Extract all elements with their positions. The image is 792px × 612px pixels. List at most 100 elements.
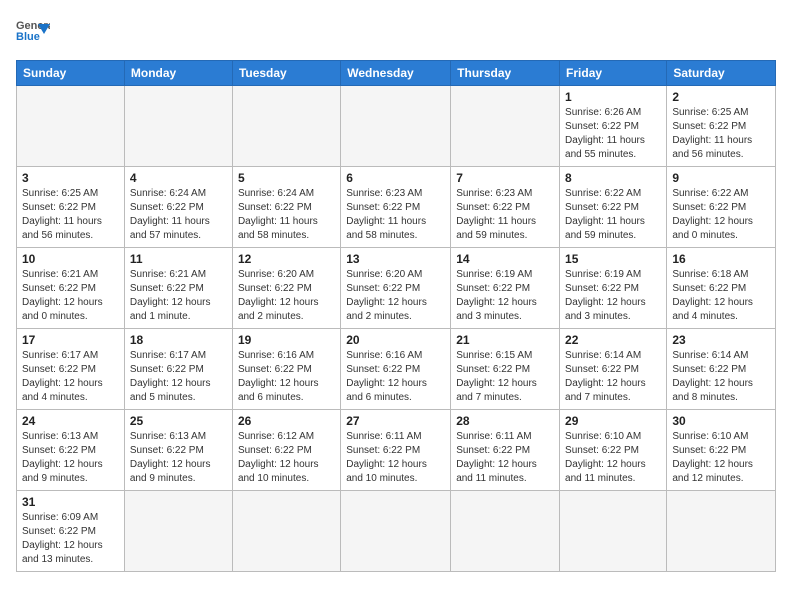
calendar-cell: 14Sunrise: 6:19 AM Sunset: 6:22 PM Dayli…: [451, 248, 560, 329]
calendar-body: 1Sunrise: 6:26 AM Sunset: 6:22 PM Daylig…: [17, 86, 776, 572]
day-number: 25: [130, 414, 227, 428]
day-info: Sunrise: 6:12 AM Sunset: 6:22 PM Dayligh…: [238, 430, 335, 486]
calendar-cell: 17 Sunrise: 6:17 AM Sunset: 6:22 PM Dayli…: [17, 329, 125, 410]
day-number: 18: [130, 333, 227, 347]
calendar-cell: 24Sunrise: 6:13 AM Sunset: 6:22 PM Dayli…: [17, 410, 125, 491]
day-info: Sunrise: 6:10 AM Sunset: 6:22 PM Dayligh…: [565, 430, 661, 486]
day-info: Sunrise: 6:20 AM Sunset: 6:22 PM Dayligh…: [238, 268, 335, 324]
day-info: Sunrise: 6:24 AM Sunset: 6:22 PM Dayligh…: [238, 187, 335, 243]
calendar-cell: [341, 86, 451, 167]
day-number: 15: [565, 252, 661, 266]
day-number: 4: [130, 171, 227, 185]
day-number: 30: [672, 414, 770, 428]
calendar-cell: 13Sunrise: 6:20 AM Sunset: 6:22 PM Dayli…: [341, 248, 451, 329]
col-header-monday: Monday: [124, 61, 232, 86]
day-number: 5: [238, 171, 335, 185]
col-header-thursday: Thursday: [451, 61, 560, 86]
calendar-cell: 27Sunrise: 6:11 AM Sunset: 6:22 PM Dayli…: [341, 410, 451, 491]
day-info: Sunrise: 6:25 AM Sunset: 6:22 PM Dayligh…: [672, 106, 770, 162]
day-number: 20: [346, 333, 445, 347]
day-info: Sunrise: 6:15 AM Sunset: 6:22 PM Dayligh…: [456, 349, 554, 405]
calendar-table: SundayMondayTuesdayWednesdayThursdayFrid…: [16, 60, 776, 572]
day-number: 8: [565, 171, 661, 185]
calendar-cell: 26 Sunrise: 6:12 AM Sunset: 6:22 PM Dayli…: [232, 410, 340, 491]
day-number: 2: [672, 90, 770, 104]
col-header-saturday: Saturday: [667, 61, 776, 86]
col-header-tuesday: Tuesday: [232, 61, 340, 86]
day-info: Sunrise: 6:24 AM Sunset: 6:22 PM Dayligh…: [130, 187, 227, 243]
day-number: 23: [672, 333, 770, 347]
day-info: Sunrise: 6:16 AM Sunset: 6:22 PM Dayligh…: [346, 349, 445, 405]
calendar-week-0: 1Sunrise: 6:26 AM Sunset: 6:22 PM Daylig…: [17, 86, 776, 167]
calendar-cell: 9 Sunrise: 6:22 AM Sunset: 6:22 PM Daylig…: [667, 167, 776, 248]
calendar-cell: 4 Sunrise: 6:24 AM Sunset: 6:22 PM Daylig…: [124, 167, 232, 248]
calendar-cell: 29Sunrise: 6:10 AM Sunset: 6:22 PM Dayli…: [560, 410, 667, 491]
calendar-cell: 8 Sunrise: 6:22 AM Sunset: 6:22 PM Daylig…: [560, 167, 667, 248]
day-info: Sunrise: 6:25 AM Sunset: 6:22 PM Dayligh…: [22, 187, 119, 243]
calendar-week-2: 10 Sunrise: 6:21 AM Sunset: 6:22 PM Dayli…: [17, 248, 776, 329]
calendar-week-1: 3 Sunrise: 6:25 AM Sunset: 6:22 PM Daylig…: [17, 167, 776, 248]
generalblue-logo-icon: General Blue: [16, 16, 50, 50]
day-info: Sunrise: 6:22 AM Sunset: 6:22 PM Dayligh…: [565, 187, 661, 243]
day-number: 26: [238, 414, 335, 428]
day-info: Sunrise: 6:13 AM Sunset: 6:22 PM Dayligh…: [22, 430, 119, 486]
calendar-cell: 23 Sunrise: 6:14 AM Sunset: 6:22 PM Dayli…: [667, 329, 776, 410]
page: General Blue SundayMondayTuesdayWednesda…: [0, 0, 792, 612]
day-info: Sunrise: 6:23 AM Sunset: 6:22 PM Dayligh…: [456, 187, 554, 243]
day-info: Sunrise: 6:14 AM Sunset: 6:22 PM Dayligh…: [672, 349, 770, 405]
day-info: Sunrise: 6:23 AM Sunset: 6:22 PM Dayligh…: [346, 187, 445, 243]
calendar-cell: 5 Sunrise: 6:24 AM Sunset: 6:22 PM Daylig…: [232, 167, 340, 248]
day-info: Sunrise: 6:22 AM Sunset: 6:22 PM Dayligh…: [672, 187, 770, 243]
day-number: 12: [238, 252, 335, 266]
calendar-cell: 30 Sunrise: 6:10 AM Sunset: 6:22 PM Dayli…: [667, 410, 776, 491]
day-info: Sunrise: 6:21 AM Sunset: 6:22 PM Dayligh…: [130, 268, 227, 324]
day-number: 17: [22, 333, 119, 347]
calendar-cell: [341, 491, 451, 572]
day-number: 14: [456, 252, 554, 266]
day-number: 31: [22, 495, 119, 509]
day-number: 10: [22, 252, 119, 266]
calendar-week-3: 17 Sunrise: 6:17 AM Sunset: 6:22 PM Dayli…: [17, 329, 776, 410]
calendar-cell: [451, 491, 560, 572]
day-info: Sunrise: 6:17 AM Sunset: 6:22 PM Dayligh…: [22, 349, 119, 405]
calendar-cell: [667, 491, 776, 572]
calendar-cell: 15Sunrise: 6:19 AM Sunset: 6:22 PM Dayli…: [560, 248, 667, 329]
day-number: 28: [456, 414, 554, 428]
calendar-week-4: 24Sunrise: 6:13 AM Sunset: 6:22 PM Dayli…: [17, 410, 776, 491]
calendar-cell: 19Sunrise: 6:16 AM Sunset: 6:22 PM Dayli…: [232, 329, 340, 410]
day-number: 9: [672, 171, 770, 185]
calendar-cell: [232, 86, 340, 167]
calendar-cell: [232, 491, 340, 572]
calendar-cell: [451, 86, 560, 167]
day-info: Sunrise: 6:18 AM Sunset: 6:22 PM Dayligh…: [672, 268, 770, 324]
day-info: Sunrise: 6:21 AM Sunset: 6:22 PM Dayligh…: [22, 268, 119, 324]
day-number: 22: [565, 333, 661, 347]
day-number: 3: [22, 171, 119, 185]
header: General Blue: [16, 16, 776, 50]
col-header-friday: Friday: [560, 61, 667, 86]
day-number: 21: [456, 333, 554, 347]
calendar-cell: 11 Sunrise: 6:21 AM Sunset: 6:22 PM Dayli…: [124, 248, 232, 329]
calendar-cell: 18Sunrise: 6:17 AM Sunset: 6:22 PM Dayli…: [124, 329, 232, 410]
calendar-cell: 20 Sunrise: 6:16 AM Sunset: 6:22 PM Dayli…: [341, 329, 451, 410]
calendar-cell: 16Sunrise: 6:18 AM Sunset: 6:22 PM Dayli…: [667, 248, 776, 329]
day-info: Sunrise: 6:10 AM Sunset: 6:22 PM Dayligh…: [672, 430, 770, 486]
calendar-cell: 22 Sunrise: 6:14 AM Sunset: 6:22 PM Dayli…: [560, 329, 667, 410]
day-info: Sunrise: 6:11 AM Sunset: 6:22 PM Dayligh…: [346, 430, 445, 486]
calendar-cell: 2 Sunrise: 6:25 AM Sunset: 6:22 PM Daylig…: [667, 86, 776, 167]
day-info: Sunrise: 6:26 AM Sunset: 6:22 PM Dayligh…: [565, 106, 661, 162]
calendar-cell: 28Sunrise: 6:11 AM Sunset: 6:22 PM Dayli…: [451, 410, 560, 491]
day-info: Sunrise: 6:14 AM Sunset: 6:22 PM Dayligh…: [565, 349, 661, 405]
calendar-cell: 31 Sunrise: 6:09 AM Sunset: 6:22 PM Dayli…: [17, 491, 125, 572]
calendar-cell: 25 Sunrise: 6:13 AM Sunset: 6:22 PM Dayli…: [124, 410, 232, 491]
calendar-cell: 21 Sunrise: 6:15 AM Sunset: 6:22 PM Dayli…: [451, 329, 560, 410]
calendar-cell: 1Sunrise: 6:26 AM Sunset: 6:22 PM Daylig…: [560, 86, 667, 167]
day-info: Sunrise: 6:09 AM Sunset: 6:22 PM Dayligh…: [22, 511, 119, 567]
day-number: 6: [346, 171, 445, 185]
col-header-sunday: Sunday: [17, 61, 125, 86]
day-number: 11: [130, 252, 227, 266]
day-info: Sunrise: 6:13 AM Sunset: 6:22 PM Dayligh…: [130, 430, 227, 486]
calendar-cell: 10 Sunrise: 6:21 AM Sunset: 6:22 PM Dayli…: [17, 248, 125, 329]
logo: General Blue: [16, 16, 50, 50]
day-info: Sunrise: 6:16 AM Sunset: 6:22 PM Dayligh…: [238, 349, 335, 405]
